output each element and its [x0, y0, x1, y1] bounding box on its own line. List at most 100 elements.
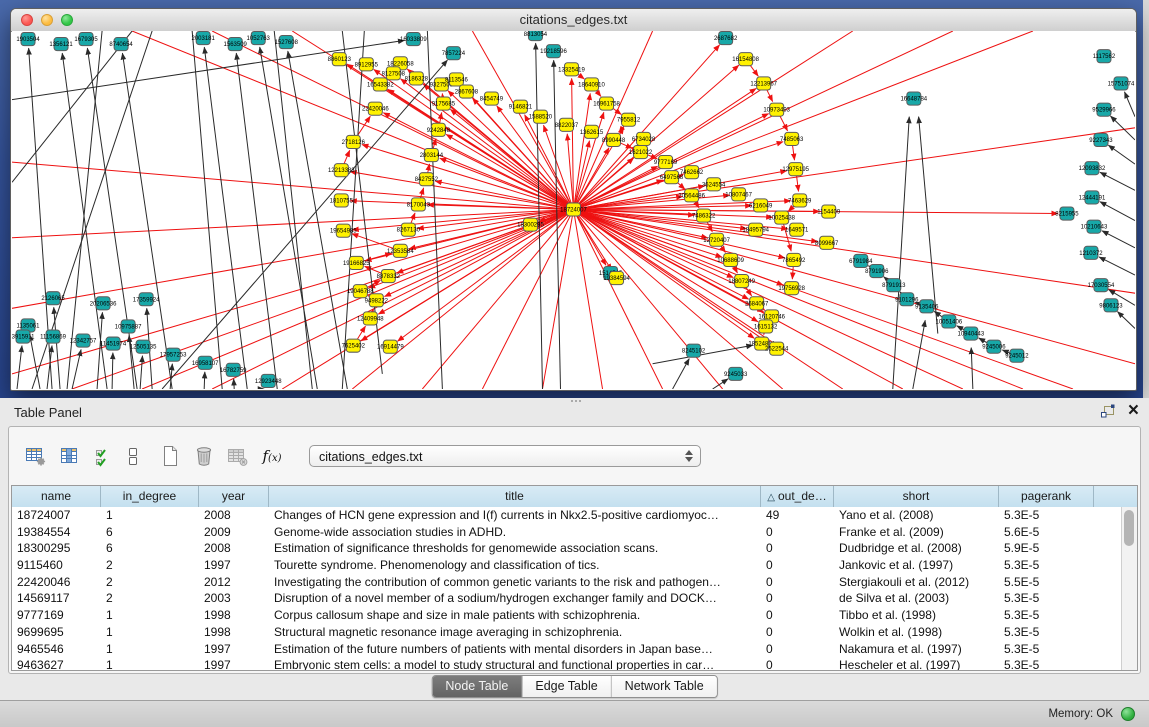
cell-title[interactable]: Disruption of a novel member of a sodium…: [269, 590, 761, 607]
column-header-name[interactable]: name: [12, 486, 101, 507]
window-titlebar[interactable]: citations_edges.txt: [11, 9, 1136, 32]
cell-name[interactable]: 19384554: [12, 524, 101, 541]
cell-out_degree[interactable]: 0: [761, 557, 834, 574]
cell-pagerank[interactable]: 5.9E-5: [999, 540, 1094, 557]
cell-year[interactable]: 1998: [199, 607, 269, 624]
table-row[interactable]: 946362711997Embryonic stem cells: a mode…: [12, 657, 1122, 670]
cell-short[interactable]: Nakamura et al. (1997): [834, 641, 999, 658]
cell-pagerank[interactable]: 5.3E-5: [999, 590, 1094, 607]
column-header-year[interactable]: year: [199, 486, 269, 507]
panel-divider-handle[interactable]: [570, 400, 582, 405]
cell-in_degree[interactable]: 2: [101, 574, 199, 591]
select-rows-button[interactable]: [89, 443, 119, 469]
cell-name[interactable]: 9465546: [12, 641, 101, 658]
cell-out_degree[interactable]: 0: [761, 540, 834, 557]
cell-pagerank[interactable]: 5.3E-5: [999, 641, 1094, 658]
column-header-out_degree[interactable]: △out_de…: [761, 486, 834, 507]
cell-name[interactable]: 18300295: [12, 540, 101, 557]
cell-title[interactable]: Embryonic stem cells: a model to study s…: [269, 657, 761, 670]
cell-pagerank[interactable]: 5.3E-5: [999, 557, 1094, 574]
table-row[interactable]: 1938455462009Genome-wide association stu…: [12, 524, 1122, 541]
cell-in_degree[interactable]: 6: [101, 540, 199, 557]
tab-network-table[interactable]: Network Table: [612, 676, 717, 697]
cell-pagerank[interactable]: 5.3E-5: [999, 657, 1094, 670]
cell-short[interactable]: Franke et al. (2009): [834, 524, 999, 541]
cell-title[interactable]: Tourette syndrome. Phenomenology and cla…: [269, 557, 761, 574]
cell-title[interactable]: Corpus callosum shape and size in male p…: [269, 607, 761, 624]
cell-year[interactable]: 2008: [199, 507, 269, 524]
cell-pagerank[interactable]: 5.5E-5: [999, 574, 1094, 591]
cell-in_degree[interactable]: 1: [101, 624, 199, 641]
column-header-in_degree[interactable]: in_degree: [101, 486, 199, 507]
column-visibility-button[interactable]: [55, 443, 85, 469]
cell-out_degree[interactable]: 0: [761, 524, 834, 541]
cell-in_degree[interactable]: 2: [101, 590, 199, 607]
cell-short[interactable]: Stergiakouli et al. (2012): [834, 574, 999, 591]
cell-name[interactable]: 22420046: [12, 574, 101, 591]
cell-in_degree[interactable]: 1: [101, 657, 199, 670]
cell-short[interactable]: de Silva et al. (2003): [834, 590, 999, 607]
cell-short[interactable]: Tibbo et al. (1998): [834, 607, 999, 624]
cell-in_degree[interactable]: 1: [101, 641, 199, 658]
table-row[interactable]: 977716911998Corpus callosum shape and si…: [12, 607, 1122, 624]
cell-out_degree[interactable]: 0: [761, 641, 834, 658]
cell-out_degree[interactable]: 0: [761, 574, 834, 591]
cell-name[interactable]: 9777169: [12, 607, 101, 624]
cell-year[interactable]: 1997: [199, 641, 269, 658]
cell-pagerank[interactable]: 5.3E-5: [999, 607, 1094, 624]
tab-node-table[interactable]: Node Table: [432, 676, 522, 697]
cell-year[interactable]: 1997: [199, 557, 269, 574]
create-column-button[interactable]: [155, 443, 185, 469]
cell-short[interactable]: Yano et al. (2008): [834, 507, 999, 524]
network-canvas[interactable]: 1903504135612116793058740654200318115635…: [12, 31, 1135, 389]
table-row[interactable]: 946554611997Estimation of the future num…: [12, 641, 1122, 658]
cell-short[interactable]: Jankovic et al. (1997): [834, 557, 999, 574]
cell-year[interactable]: 2008: [199, 540, 269, 557]
table-row[interactable]: 2242004622012Investigating the contribut…: [12, 574, 1122, 591]
table-row[interactable]: 969969511998Structural magnetic resonanc…: [12, 624, 1122, 641]
zoom-window-button[interactable]: [61, 14, 73, 26]
cell-pagerank[interactable]: 5.3E-5: [999, 624, 1094, 641]
swap-entries-button[interactable]: [123, 443, 143, 469]
cell-out_degree[interactable]: 0: [761, 607, 834, 624]
table-row[interactable]: 1456911722003Disruption of a novel membe…: [12, 590, 1122, 607]
cell-out_degree[interactable]: 49: [761, 507, 834, 524]
float-panel-button[interactable]: [1099, 404, 1117, 420]
scrollbar-thumb[interactable]: [1124, 510, 1134, 546]
cell-title[interactable]: Estimation of significance thresholds fo…: [269, 540, 761, 557]
cell-in_degree[interactable]: 2: [101, 557, 199, 574]
cell-pagerank[interactable]: 5.6E-5: [999, 524, 1094, 541]
cell-year[interactable]: 2003: [199, 590, 269, 607]
delete-table-button[interactable]: [223, 443, 253, 469]
memory-indicator-icon[interactable]: [1121, 707, 1135, 721]
cell-title[interactable]: Genome-wide association studies in ADHD.: [269, 524, 761, 541]
minimize-window-button[interactable]: [41, 14, 53, 26]
tab-edge-table[interactable]: Edge Table: [522, 676, 611, 697]
table-options-button[interactable]: [21, 443, 51, 469]
cell-year[interactable]: 2009: [199, 524, 269, 541]
column-header-title[interactable]: title: [269, 486, 761, 507]
cell-name[interactable]: 9115460: [12, 557, 101, 574]
table-row[interactable]: 911546021997Tourette syndrome. Phenomeno…: [12, 557, 1122, 574]
cell-title[interactable]: Investigating the contribution of common…: [269, 574, 761, 591]
network-table-select[interactable]: citations_edges.txt: [309, 445, 701, 467]
cell-name[interactable]: 18724007: [12, 507, 101, 524]
close-window-button[interactable]: [21, 14, 33, 26]
cell-out_degree[interactable]: 0: [761, 657, 834, 670]
delete-column-button[interactable]: [189, 443, 219, 469]
cell-short[interactable]: Wolkin et al. (1998): [834, 624, 999, 641]
cell-in_degree[interactable]: 1: [101, 607, 199, 624]
cell-title[interactable]: Changes of HCN gene expression and I(f) …: [269, 507, 761, 524]
cell-in_degree[interactable]: 6: [101, 524, 199, 541]
table-row[interactable]: 1872400712008Changes of HCN gene express…: [12, 507, 1122, 524]
cell-name[interactable]: 14569117: [12, 590, 101, 607]
cell-pagerank[interactable]: 5.3E-5: [999, 507, 1094, 524]
cell-short[interactable]: Hescheler et al. (1997): [834, 657, 999, 670]
function-builder-button[interactable]: f(x): [257, 443, 287, 469]
column-header-pagerank[interactable]: pagerank: [999, 486, 1094, 507]
cell-name[interactable]: 9699695: [12, 624, 101, 641]
cell-in_degree[interactable]: 1: [101, 507, 199, 524]
column-header-short[interactable]: short: [834, 486, 999, 507]
cell-out_degree[interactable]: 0: [761, 624, 834, 641]
network-window[interactable]: citations_edges.txt 19035041356121167930…: [10, 8, 1137, 391]
